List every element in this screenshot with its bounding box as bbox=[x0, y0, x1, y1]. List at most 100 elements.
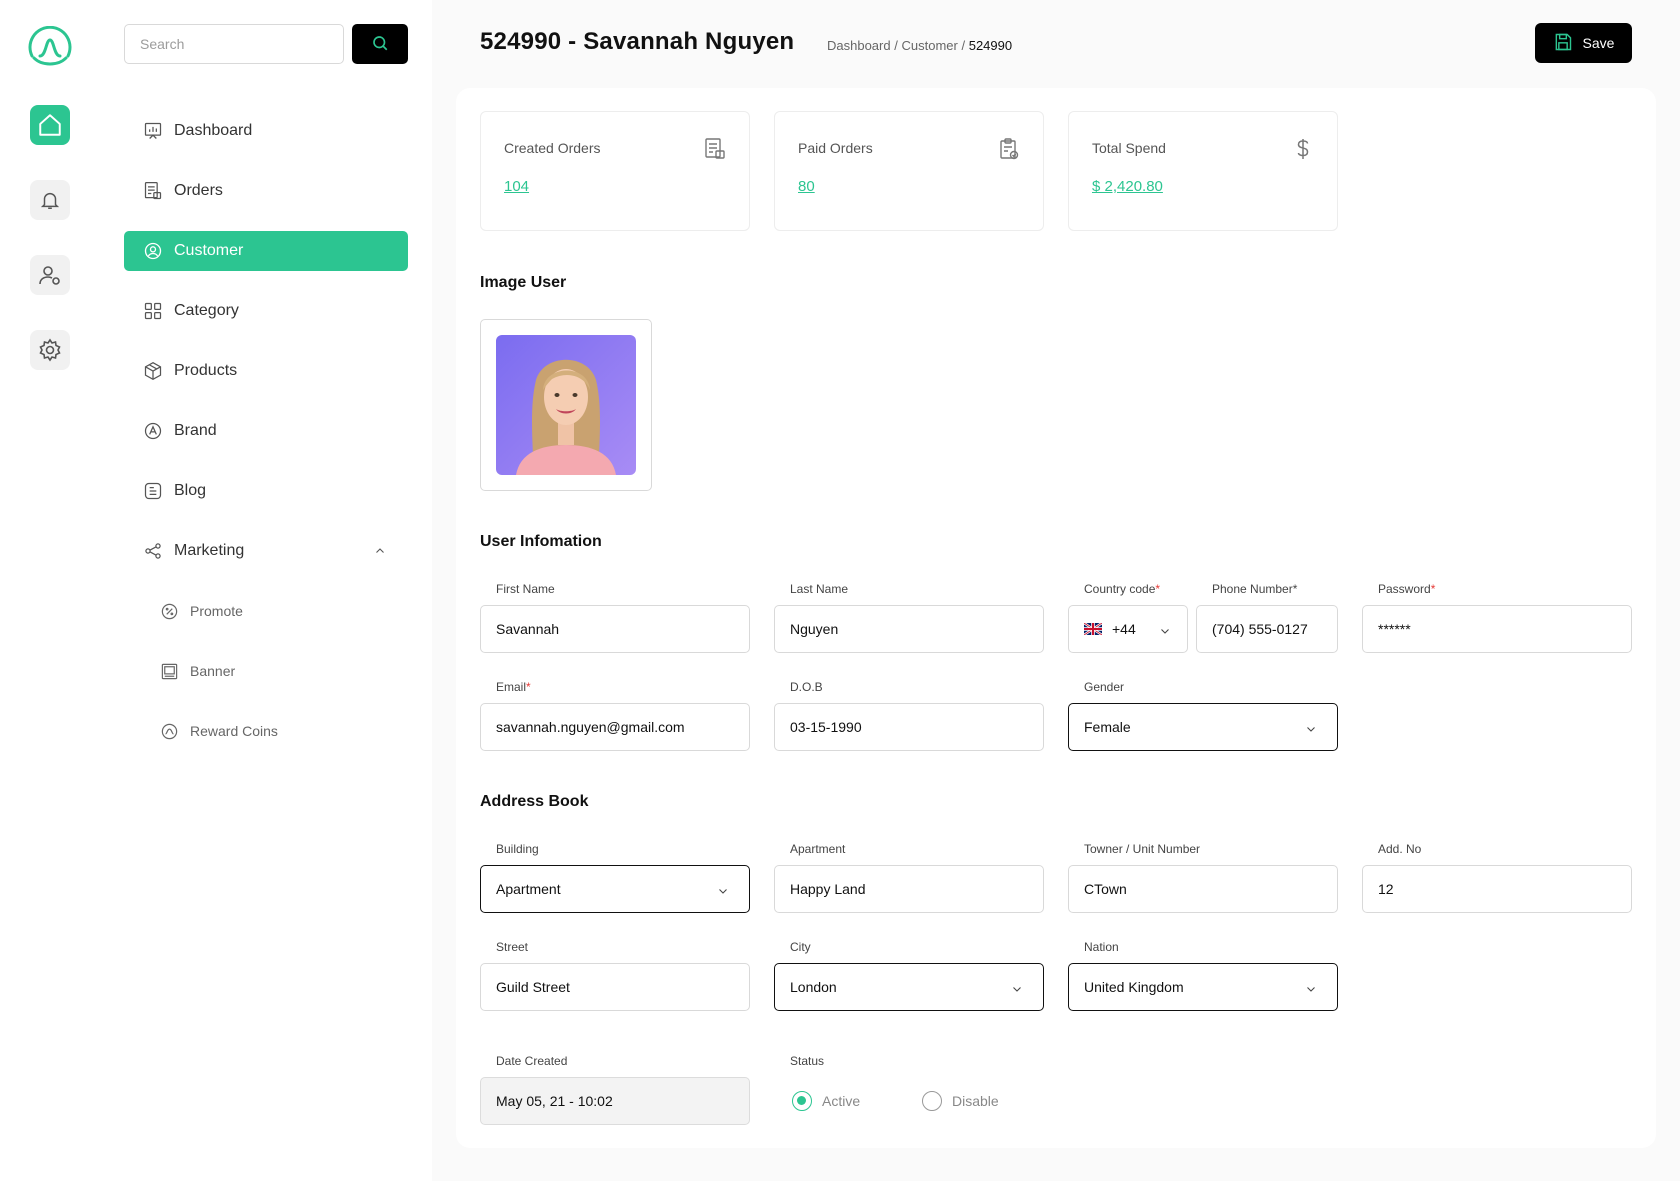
page-title: 524990 - Savannah Nguyen bbox=[480, 28, 795, 55]
first-name-field[interactable]: Savannah bbox=[480, 605, 750, 653]
status-label: Status bbox=[790, 1054, 825, 1068]
stat-label: Total Spend bbox=[1092, 140, 1166, 156]
sidebar-item-category[interactable]: Category bbox=[124, 291, 408, 331]
apartment-label: Apartment bbox=[790, 842, 846, 856]
last-name-label: Last Name bbox=[790, 582, 849, 596]
sidebar-item-label: Blog bbox=[174, 482, 207, 499]
dob-field[interactable]: 03-15-1990 bbox=[774, 703, 1044, 751]
share-icon bbox=[142, 540, 164, 562]
stat-value[interactable]: 104 bbox=[504, 178, 529, 195]
password-label: Password* bbox=[1378, 582, 1435, 596]
section-title-address-book: Address Book bbox=[480, 793, 589, 810]
sidebar-item-marketing[interactable]: Marketing bbox=[124, 531, 408, 571]
sidebar-item-products[interactable]: Products bbox=[124, 351, 408, 391]
chevron-down-icon bbox=[717, 884, 729, 900]
street-label: Street bbox=[496, 940, 529, 954]
box-icon bbox=[142, 360, 164, 382]
phone-field[interactable]: (704) 555-0127 bbox=[1196, 605, 1338, 653]
save-label: Save bbox=[1582, 35, 1615, 51]
phone-value: (704) 555-0127 bbox=[1212, 621, 1308, 637]
country-code-select[interactable]: +44 bbox=[1068, 605, 1188, 653]
coin-icon bbox=[158, 720, 180, 742]
last-name-field[interactable]: Nguyen bbox=[774, 605, 1044, 653]
save-button[interactable]: Save bbox=[1535, 23, 1632, 63]
email-field[interactable]: savannah.nguyen@gmail.com bbox=[480, 703, 750, 751]
status-radio-disable[interactable]: Disable bbox=[922, 1091, 999, 1111]
apartment-value: Happy Land bbox=[790, 881, 866, 897]
building-select[interactable]: Apartment bbox=[480, 865, 750, 913]
nation-value: United Kingdom bbox=[1084, 979, 1184, 995]
sidebar-subitem-reward-coins[interactable]: Reward Coins bbox=[140, 713, 408, 749]
stat-value[interactable]: 80 bbox=[798, 178, 815, 195]
sidebar-subitem-label: Banner bbox=[190, 663, 236, 679]
sidebar-subitem-banner[interactable]: Banner bbox=[140, 653, 408, 689]
blog-icon bbox=[142, 480, 164, 502]
chevron-down-icon bbox=[1011, 982, 1023, 998]
side-menu: Dashboard Orders Customer Category Produ… bbox=[100, 0, 432, 1181]
chevron-up-icon[interactable] bbox=[374, 544, 386, 562]
breadcrumb: Dashboard / Customer / 524990 bbox=[827, 38, 1012, 53]
email-value: savannah.nguyen@gmail.com bbox=[496, 719, 685, 735]
date-created-label: Date Created bbox=[496, 1054, 568, 1068]
add-no-field[interactable]: 12 bbox=[1362, 865, 1632, 913]
orders-icon bbox=[703, 137, 727, 166]
radio-indicator bbox=[922, 1091, 942, 1111]
building-label: Building bbox=[496, 842, 539, 856]
dob-label: D.O.B bbox=[790, 680, 823, 694]
tower-field[interactable]: CTown bbox=[1068, 865, 1338, 913]
sidebar-item-brand[interactable]: Brand bbox=[124, 411, 408, 451]
required-asterisk: * bbox=[1155, 582, 1161, 596]
breadcrumb-customer[interactable]: Customer bbox=[901, 38, 957, 53]
sidebar-item-blog[interactable]: Blog bbox=[124, 471, 408, 511]
brand-icon bbox=[142, 420, 164, 442]
avatar bbox=[496, 335, 636, 475]
gender-value: Female bbox=[1084, 719, 1131, 735]
gear-icon[interactable] bbox=[30, 330, 70, 370]
banner-icon bbox=[158, 660, 180, 682]
icon-rail bbox=[0, 0, 100, 1181]
sidebar-item-orders[interactable]: Orders bbox=[124, 171, 408, 211]
sidebar-subitem-promote[interactable]: Promote bbox=[140, 593, 408, 629]
clipboard-check-icon bbox=[997, 137, 1021, 166]
password-field[interactable]: ****** bbox=[1362, 605, 1632, 653]
search-input[interactable] bbox=[124, 24, 344, 64]
phone-label: Phone Number* bbox=[1212, 582, 1298, 596]
status-radio-active[interactable]: Active bbox=[792, 1091, 860, 1111]
uk-flag-icon bbox=[1084, 623, 1102, 635]
sidebar-item-dashboard[interactable]: Dashboard bbox=[124, 111, 408, 151]
bell-icon[interactable] bbox=[30, 180, 70, 220]
sidebar-item-label: Brand bbox=[174, 422, 217, 439]
stat-value[interactable]: $ 2,420.80 bbox=[1092, 178, 1163, 195]
country-code-label: Country code* bbox=[1084, 582, 1160, 596]
home-icon[interactable] bbox=[30, 105, 70, 145]
street-field[interactable]: Guild Street bbox=[480, 963, 750, 1011]
gender-select[interactable]: Female bbox=[1068, 703, 1338, 751]
stat-card-total-spend: Total Spend $ 2,420.80 bbox=[1068, 111, 1338, 231]
radio-label: Disable bbox=[952, 1093, 999, 1109]
city-value: London bbox=[790, 979, 837, 995]
breadcrumb-dashboard[interactable]: Dashboard bbox=[827, 38, 891, 53]
sidebar-subitem-label: Reward Coins bbox=[190, 723, 278, 739]
first-name-value: Savannah bbox=[496, 621, 560, 637]
apartment-field[interactable]: Happy Land bbox=[774, 865, 1044, 913]
sidebar-item-label: Dashboard bbox=[174, 122, 253, 139]
avatar-upload-box[interactable] bbox=[480, 319, 652, 491]
add-no-label: Add. No bbox=[1378, 842, 1422, 856]
user-settings-icon[interactable] bbox=[30, 255, 70, 295]
sidebar-item-customer[interactable]: Customer bbox=[124, 231, 408, 271]
section-title-user-info: User Infomation bbox=[480, 533, 602, 550]
password-label-text: Password bbox=[1378, 582, 1431, 596]
radio-indicator bbox=[792, 1091, 812, 1111]
user-circle-icon bbox=[142, 240, 164, 262]
logo-icon[interactable] bbox=[26, 25, 74, 70]
sidebar-item-label: Orders bbox=[174, 182, 223, 199]
search-button[interactable] bbox=[352, 24, 408, 64]
stat-card-paid-orders: Paid Orders 80 bbox=[774, 111, 1044, 231]
nation-select[interactable]: United Kingdom bbox=[1068, 963, 1338, 1011]
nation-label: Nation bbox=[1084, 940, 1119, 954]
city-select[interactable]: London bbox=[774, 963, 1044, 1011]
stat-label: Created Orders bbox=[504, 140, 601, 156]
stat-label: Paid Orders bbox=[798, 140, 873, 156]
country-code-value: +44 bbox=[1112, 621, 1136, 637]
sidebar-item-label: Category bbox=[174, 302, 239, 319]
